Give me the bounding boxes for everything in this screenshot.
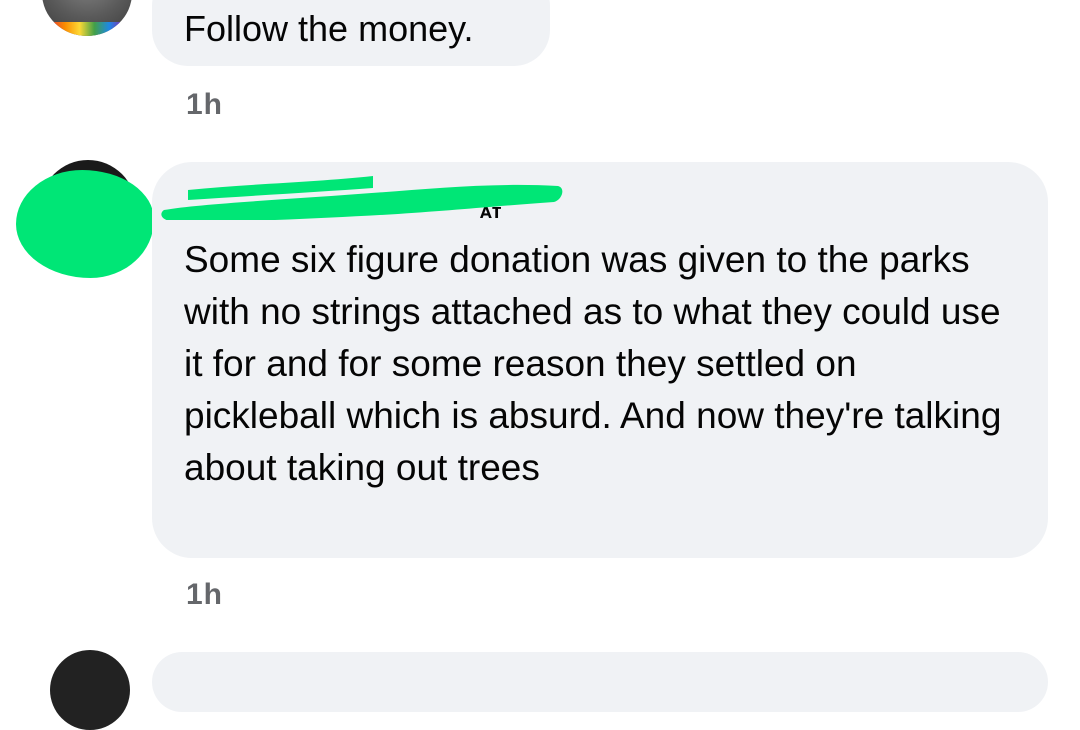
comment-text: Follow the money. — [184, 8, 474, 49]
avatar-redaction-scribble — [16, 170, 154, 278]
commenter-avatar[interactable] — [50, 650, 130, 730]
commenter-avatar[interactable] — [42, 0, 132, 36]
comment-timestamp[interactable]: 1h — [186, 578, 223, 612]
comment-timestamp[interactable]: 1h — [186, 88, 223, 122]
author-name-redaction — [161, 176, 563, 220]
comment-bubble[interactable]: Follow the money. — [152, 0, 550, 66]
comment-bubble[interactable]: Some six figure donation was given to th… — [152, 162, 1048, 558]
comment-bubble[interactable] — [152, 652, 1048, 712]
avatar-rainbow-frame — [50, 22, 124, 36]
comment-text: Some six figure donation was given to th… — [184, 239, 1002, 488]
